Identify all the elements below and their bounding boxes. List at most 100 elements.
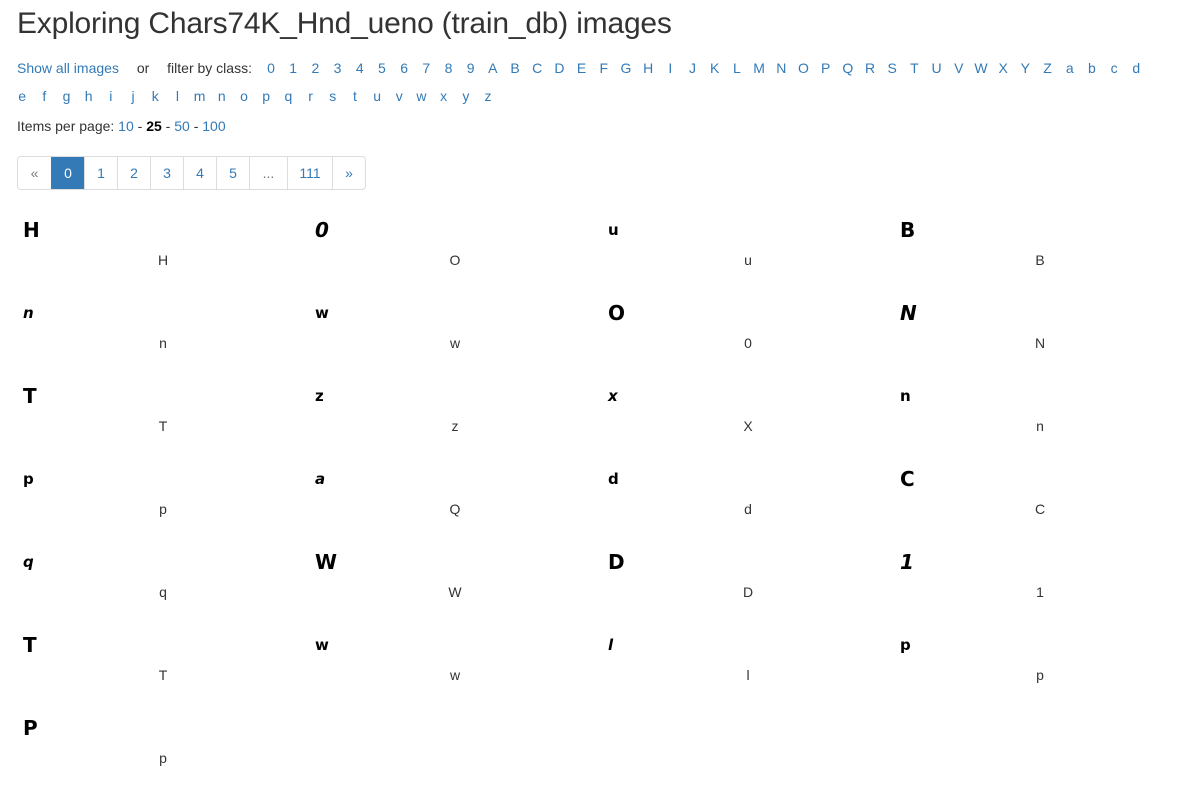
image-tile[interactable]: dd	[602, 459, 894, 542]
character-image[interactable]: n	[894, 376, 940, 416]
character-image[interactable]: T	[17, 625, 63, 665]
image-tile[interactable]: ll	[602, 625, 894, 708]
character-image[interactable]: p	[894, 625, 940, 665]
class-filter-link-E[interactable]: E	[571, 58, 593, 78]
character-image[interactable]: N	[894, 293, 940, 333]
image-tile[interactable]: qq	[17, 542, 309, 625]
class-filter-link-C[interactable]: C	[526, 58, 548, 78]
class-filter-link-h[interactable]: h	[78, 86, 100, 106]
class-filter-link-j[interactable]: j	[122, 86, 144, 106]
image-tile[interactable]: nn	[894, 376, 1183, 459]
class-filter-link-0[interactable]: 0	[260, 58, 282, 78]
class-filter-link-u[interactable]: u	[366, 86, 388, 106]
class-filter-link-b[interactable]: b	[1081, 58, 1103, 78]
class-filter-link-q[interactable]: q	[277, 86, 299, 106]
class-filter-link-z[interactable]: z	[477, 86, 499, 106]
pagination-prev-button[interactable]: «	[18, 157, 51, 189]
pagination-page-1[interactable]: 1	[84, 157, 117, 189]
class-filter-link-f[interactable]: f	[33, 86, 55, 106]
class-filter-link-Y[interactable]: Y	[1014, 58, 1036, 78]
class-filter-link-1[interactable]: 1	[282, 58, 304, 78]
image-tile[interactable]: 0O	[309, 210, 601, 293]
image-tile[interactable]: nn	[17, 293, 309, 376]
class-filter-link-w[interactable]: w	[410, 86, 432, 106]
class-filter-link-P[interactable]: P	[815, 58, 837, 78]
character-image[interactable]: l	[602, 625, 648, 665]
character-image[interactable]: 1	[894, 542, 940, 582]
class-filter-link-T[interactable]: T	[903, 58, 925, 78]
character-image[interactable]: x	[602, 376, 648, 416]
character-image[interactable]: C	[894, 459, 940, 499]
class-filter-link-o[interactable]: o	[233, 86, 255, 106]
image-tile[interactable]: HH	[17, 210, 309, 293]
items-per-page-option-50[interactable]: 50	[174, 118, 190, 134]
character-image[interactable]: O	[602, 293, 648, 333]
class-filter-link-t[interactable]: t	[344, 86, 366, 106]
character-image[interactable]: P	[17, 708, 63, 748]
class-filter-link-B[interactable]: B	[504, 58, 526, 78]
class-filter-link-G[interactable]: G	[615, 58, 637, 78]
image-tile[interactable]: DD	[602, 542, 894, 625]
character-image[interactable]: n	[17, 293, 63, 333]
pagination-next-button[interactable]: »	[332, 157, 365, 189]
class-filter-link-S[interactable]: S	[881, 58, 903, 78]
character-image[interactable]: D	[602, 542, 648, 582]
class-filter-link-W[interactable]: W	[970, 58, 992, 78]
pagination-page-111[interactable]: 111	[287, 157, 332, 189]
pagination-page-4[interactable]: 4	[183, 157, 216, 189]
image-tile[interactable]: aQ	[309, 459, 601, 542]
pagination-page-2[interactable]: 2	[117, 157, 150, 189]
class-filter-link-F[interactable]: F	[593, 58, 615, 78]
class-filter-link-4[interactable]: 4	[349, 58, 371, 78]
items-per-page-option-10[interactable]: 10	[118, 118, 134, 134]
class-filter-link-d[interactable]: d	[1125, 58, 1147, 78]
class-filter-link-9[interactable]: 9	[460, 58, 482, 78]
character-image[interactable]: W	[309, 542, 355, 582]
class-filter-link-O[interactable]: O	[792, 58, 814, 78]
image-tile[interactable]: xX	[602, 376, 894, 459]
character-image[interactable]: H	[17, 210, 63, 250]
character-image[interactable]: w	[309, 293, 355, 333]
class-filter-link-v[interactable]: v	[388, 86, 410, 106]
class-filter-link-l[interactable]: l	[166, 86, 188, 106]
class-filter-link-a[interactable]: a	[1059, 58, 1081, 78]
class-filter-link-7[interactable]: 7	[415, 58, 437, 78]
class-filter-link-R[interactable]: R	[859, 58, 881, 78]
image-tile[interactable]: 11	[894, 542, 1183, 625]
class-filter-link-J[interactable]: J	[681, 58, 703, 78]
image-tile[interactable]: Pp	[17, 708, 309, 791]
image-tile[interactable]: TT	[17, 625, 309, 708]
class-filter-link-8[interactable]: 8	[437, 58, 459, 78]
class-filter-link-r[interactable]: r	[299, 86, 321, 106]
items-per-page-option-100[interactable]: 100	[202, 118, 225, 134]
class-filter-link-I[interactable]: I	[659, 58, 681, 78]
image-tile[interactable]: zz	[309, 376, 601, 459]
image-tile[interactable]: uu	[602, 210, 894, 293]
image-tile[interactable]: O0	[602, 293, 894, 376]
character-image[interactable]: T	[17, 376, 63, 416]
character-image[interactable]: u	[602, 210, 648, 250]
class-filter-link-X[interactable]: X	[992, 58, 1014, 78]
class-filter-link-p[interactable]: p	[255, 86, 277, 106]
pagination-page-5[interactable]: 5	[216, 157, 249, 189]
image-tile[interactable]: pp	[17, 459, 309, 542]
class-filter-link-K[interactable]: K	[704, 58, 726, 78]
pagination-page-3[interactable]: 3	[150, 157, 183, 189]
class-filter-link-V[interactable]: V	[948, 58, 970, 78]
class-filter-link-H[interactable]: H	[637, 58, 659, 78]
class-filter-link-i[interactable]: i	[100, 86, 122, 106]
class-filter-link-y[interactable]: y	[455, 86, 477, 106]
class-filter-link-s[interactable]: s	[322, 86, 344, 106]
class-filter-link-A[interactable]: A	[482, 58, 504, 78]
character-image[interactable]: d	[602, 459, 648, 499]
character-image[interactable]: 0	[309, 210, 355, 250]
class-filter-link-M[interactable]: M	[748, 58, 770, 78]
character-image[interactable]: B	[894, 210, 940, 250]
image-tile[interactable]: TT	[17, 376, 309, 459]
image-tile[interactable]: ww	[309, 625, 601, 708]
pagination-page-0[interactable]: 0	[51, 157, 84, 189]
class-filter-link-D[interactable]: D	[548, 58, 570, 78]
class-filter-link-N[interactable]: N	[770, 58, 792, 78]
class-filter-link-5[interactable]: 5	[371, 58, 393, 78]
show-all-images-link[interactable]: Show all images	[17, 60, 119, 76]
